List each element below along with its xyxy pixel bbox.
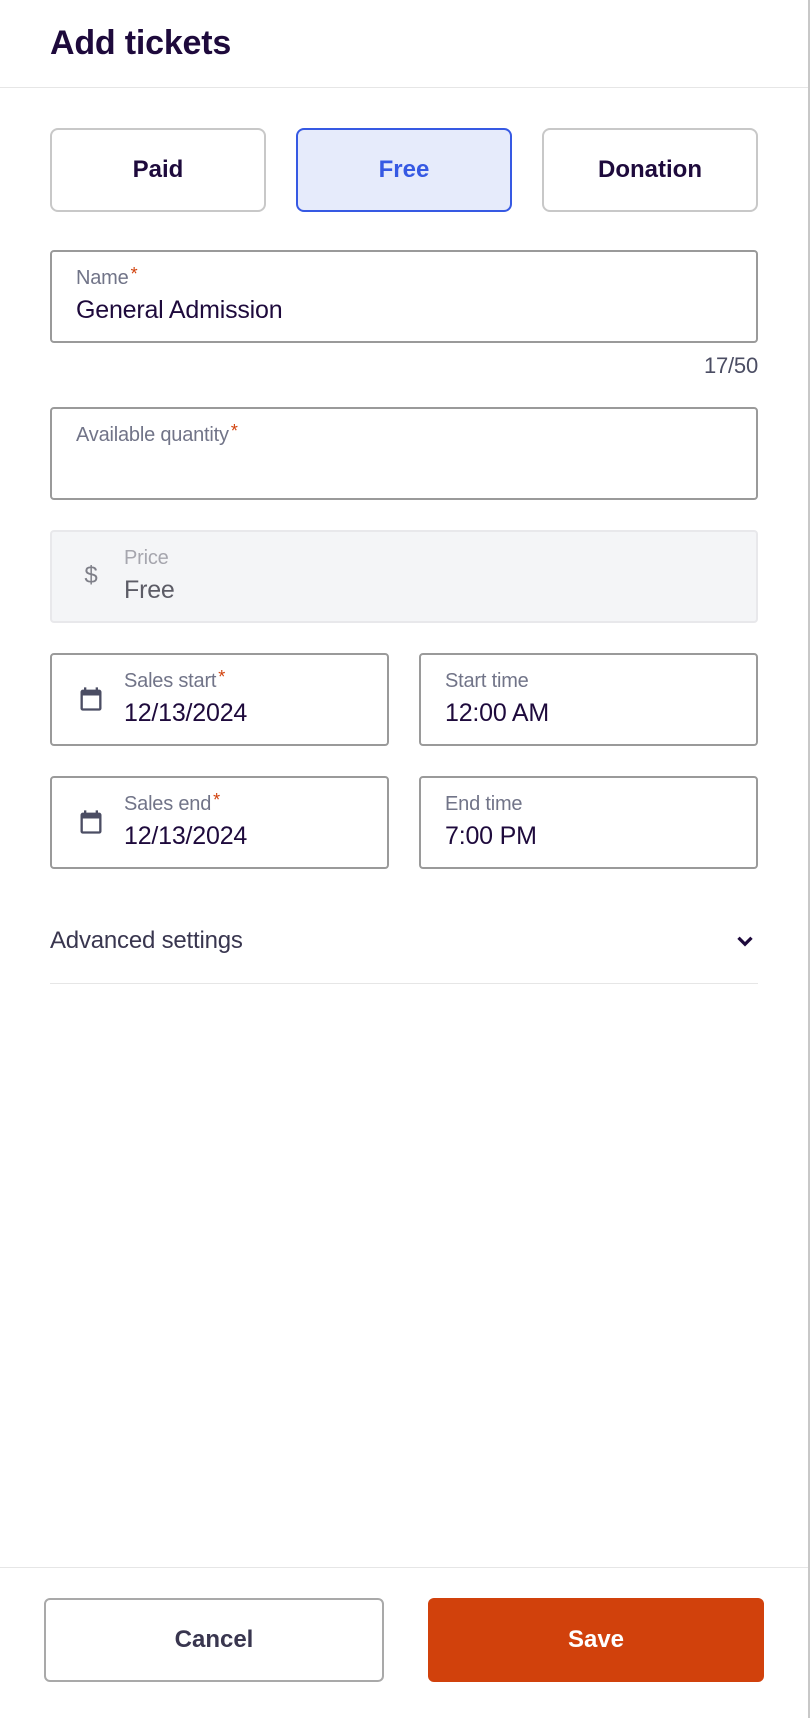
sales-start-label: Sales start* [124, 669, 363, 693]
advanced-settings-label: Advanced settings [50, 927, 243, 955]
sales-start-date-field[interactable]: Sales start* 12/13/2024 [50, 653, 389, 746]
sales-end-value: 12/13/2024 [124, 822, 363, 851]
end-time-label: End time [445, 792, 732, 816]
name-field[interactable]: Name* [50, 250, 758, 343]
required-asterisk: * [218, 667, 225, 687]
name-input[interactable] [76, 296, 732, 325]
chevron-down-icon [732, 928, 758, 954]
price-field: $ Price Free [50, 530, 758, 623]
start-time-label: Start time [445, 669, 732, 693]
end-time-value: 7:00 PM [445, 822, 732, 851]
cancel-button[interactable]: Cancel [44, 1598, 384, 1682]
name-label: Name* [76, 266, 732, 290]
name-char-counter: 17/50 [50, 353, 758, 379]
quantity-label: Available quantity* [76, 423, 732, 447]
save-button[interactable]: Save [428, 1598, 764, 1682]
price-value: Free [124, 576, 732, 605]
end-time-field[interactable]: End time 7:00 PM [419, 776, 758, 869]
start-time-field[interactable]: Start time 12:00 AM [419, 653, 758, 746]
currency-icon: $ [76, 562, 106, 590]
panel-header: Add tickets [0, 0, 808, 88]
required-asterisk: * [231, 421, 238, 441]
quantity-input[interactable] [76, 453, 732, 482]
sales-end-date-field[interactable]: Sales end* 12/13/2024 [50, 776, 389, 869]
start-time-value: 12:00 AM [445, 699, 732, 728]
sales-start-value: 12/13/2024 [124, 699, 363, 728]
advanced-settings-toggle[interactable]: Advanced settings [50, 899, 758, 984]
required-asterisk: * [131, 264, 138, 284]
quantity-field[interactable]: Available quantity* [50, 407, 758, 500]
sales-end-label: Sales end* [124, 792, 363, 816]
required-asterisk: * [213, 790, 220, 810]
panel-content: Paid Free Donation Name* 17/50 Available… [0, 88, 808, 1567]
ticket-type-free[interactable]: Free [296, 128, 512, 212]
ticket-type-paid[interactable]: Paid [50, 128, 266, 212]
panel-footer: Cancel Save [0, 1567, 808, 1718]
price-label: Price [124, 546, 732, 570]
ticket-type-donation[interactable]: Donation [542, 128, 758, 212]
ticket-type-segmented: Paid Free Donation [50, 128, 758, 212]
calendar-icon [76, 684, 106, 714]
calendar-icon [76, 807, 106, 837]
page-title: Add tickets [50, 24, 758, 63]
